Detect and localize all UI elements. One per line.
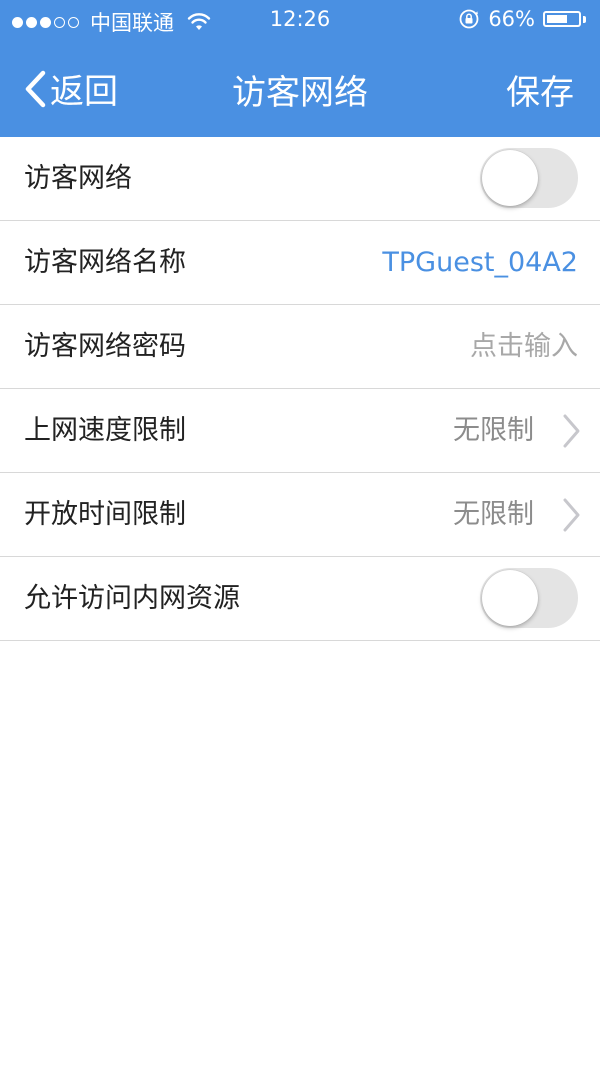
network-password-input[interactable]: 点击输入 bbox=[470, 305, 578, 389]
network-password-label: 访客网络密码 bbox=[24, 331, 186, 362]
chevron-right-icon bbox=[563, 498, 580, 532]
battery-percent: 66% bbox=[488, 7, 535, 31]
time-limit-row[interactable]: 开放时间限制 无限制 bbox=[0, 473, 600, 557]
speed-limit-label: 上网速度限制 bbox=[24, 415, 186, 446]
time-limit-label: 开放时间限制 bbox=[24, 499, 186, 530]
chevron-right-icon bbox=[563, 414, 580, 448]
guest-network-toggle[interactable] bbox=[480, 148, 578, 208]
network-name-row[interactable]: 访客网络名称 TPGuest_04A2 bbox=[0, 221, 600, 305]
toggle-knob bbox=[482, 150, 538, 206]
back-button[interactable]: 返回 bbox=[22, 64, 118, 113]
intranet-access-label: 允许访问内网资源 bbox=[24, 583, 240, 614]
toggle-knob bbox=[482, 570, 538, 626]
chevron-left-icon bbox=[25, 70, 46, 107]
network-name-value[interactable]: TPGuest_04A2 bbox=[382, 221, 578, 305]
save-button[interactable]: 保存 bbox=[506, 65, 574, 114]
battery-icon bbox=[543, 11, 581, 27]
status-bar: 中国联通 12:26 66% bbox=[0, 0, 600, 40]
status-right: 66% bbox=[458, 7, 586, 31]
settings-list: 访客网络 访客网络名称 TPGuest_04A2 访客网络密码 点击输入 上网速… bbox=[0, 137, 600, 641]
guest-network-row: 访客网络 bbox=[0, 137, 600, 221]
network-password-row[interactable]: 访客网络密码 点击输入 bbox=[0, 305, 600, 389]
header: 中国联通 12:26 66% 返回 访客网络 保存 bbox=[0, 0, 600, 137]
time-limit-value: 无限制 bbox=[453, 499, 534, 530]
back-label: 返回 bbox=[50, 72, 118, 112]
battery-tip bbox=[583, 15, 586, 23]
navigation-bar: 返回 访客网络 保存 bbox=[0, 40, 600, 137]
speed-limit-value: 无限制 bbox=[453, 415, 534, 446]
guest-network-label: 访客网络 bbox=[24, 163, 132, 194]
intranet-access-row: 允许访问内网资源 bbox=[0, 557, 600, 641]
battery-fill bbox=[547, 15, 567, 23]
intranet-access-toggle[interactable] bbox=[480, 568, 578, 628]
speed-limit-row[interactable]: 上网速度限制 无限制 bbox=[0, 389, 600, 473]
orientation-lock-icon bbox=[459, 9, 479, 29]
network-name-label: 访客网络名称 bbox=[24, 247, 186, 278]
